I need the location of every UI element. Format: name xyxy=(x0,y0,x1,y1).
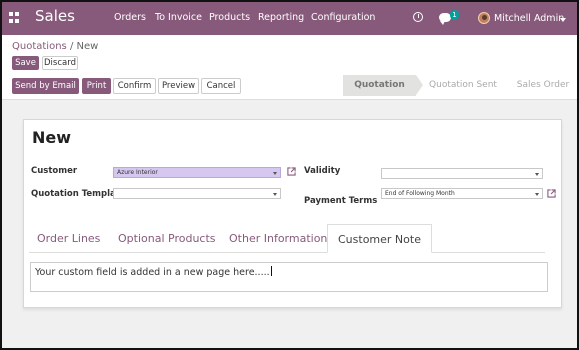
control-panel: Quotations / New Save Discard Send by Em… xyxy=(2,35,577,100)
tab-customer-note[interactable]: Customer Note xyxy=(327,224,432,253)
user-name[interactable]: Mitchell Admin xyxy=(494,13,564,24)
customer-value: Azure Interior xyxy=(117,169,158,176)
app-brand[interactable]: Sales xyxy=(35,7,75,25)
top-navbar: Sales Orders To Invoice Products Reporti… xyxy=(2,2,577,35)
app-window: Sales Orders To Invoice Products Reporti… xyxy=(0,0,579,350)
save-button[interactable]: Save xyxy=(12,56,39,70)
chevron-down-icon xyxy=(273,172,277,175)
chevron-down-icon xyxy=(273,193,277,196)
menu-products[interactable]: Products xyxy=(209,12,250,23)
confirm-button[interactable]: Confirm xyxy=(113,78,156,94)
print-button[interactable]: Print xyxy=(82,78,111,94)
send-by-email-button[interactable]: Send by Email xyxy=(12,78,79,94)
customer-select[interactable]: Azure Interior xyxy=(113,167,281,178)
chevron-down-icon xyxy=(535,173,539,176)
validity-label: Validity xyxy=(304,166,341,176)
menu-configuration[interactable]: Configuration xyxy=(311,12,375,23)
external-link-icon[interactable] xyxy=(547,189,556,198)
menu-to-invoice[interactable]: To Invoice xyxy=(155,12,202,23)
status-sales-order[interactable]: Sales Order xyxy=(509,75,577,96)
discard-button[interactable]: Discard xyxy=(42,56,78,70)
record-title: New xyxy=(32,128,72,147)
tab-other-information[interactable]: Other Information xyxy=(229,224,327,253)
tab-order-lines[interactable]: Order Lines xyxy=(37,224,100,253)
validity-select[interactable] xyxy=(381,168,543,179)
menu-orders[interactable]: Orders xyxy=(114,12,146,23)
payment-terms-select[interactable]: End of Following Month xyxy=(381,188,543,199)
form-sheet: New Customer Azure Interior Quotation Te… xyxy=(23,119,562,308)
customer-label: Customer xyxy=(31,166,78,176)
quotation-template-label: Quotation Template xyxy=(31,189,126,199)
breadcrumb-quotations[interactable]: Quotations xyxy=(12,41,67,52)
activity-clock-icon[interactable] xyxy=(413,12,423,22)
external-link-icon[interactable] xyxy=(287,167,296,176)
menu-reporting[interactable]: Reporting xyxy=(258,12,304,23)
status-quotation-sent[interactable]: Quotation Sent xyxy=(425,75,501,96)
notebook-tabs: Order Lines Optional Products Other Info… xyxy=(29,224,545,253)
status-bar: Quotation Quotation Sent Sales Order xyxy=(343,75,577,96)
status-quotation[interactable]: Quotation xyxy=(343,75,416,96)
preview-button[interactable]: Preview xyxy=(158,78,199,94)
breadcrumb-current: New xyxy=(76,41,99,52)
user-menu-caret-icon[interactable] xyxy=(560,18,566,22)
text-cursor xyxy=(270,266,272,276)
status-arrow-icon xyxy=(416,75,423,95)
customer-note-text: Your custom field is added in a new page… xyxy=(35,267,270,278)
breadcrumb: Quotations / New xyxy=(12,41,98,52)
user-avatar[interactable] xyxy=(478,12,490,24)
payment-terms-value: End of Following Month xyxy=(385,190,455,197)
tab-optional-products[interactable]: Optional Products xyxy=(118,224,216,253)
quotation-template-select[interactable] xyxy=(113,188,281,199)
customer-note-field[interactable]: Your custom field is added in a new page… xyxy=(30,262,548,292)
breadcrumb-separator: / xyxy=(69,41,74,52)
payment-terms-label: Payment Terms xyxy=(304,196,378,206)
chevron-down-icon xyxy=(535,193,539,196)
cancel-button[interactable]: Cancel xyxy=(201,78,241,94)
chat-badge: 1 xyxy=(450,10,459,20)
apps-menu-icon[interactable] xyxy=(9,12,20,23)
